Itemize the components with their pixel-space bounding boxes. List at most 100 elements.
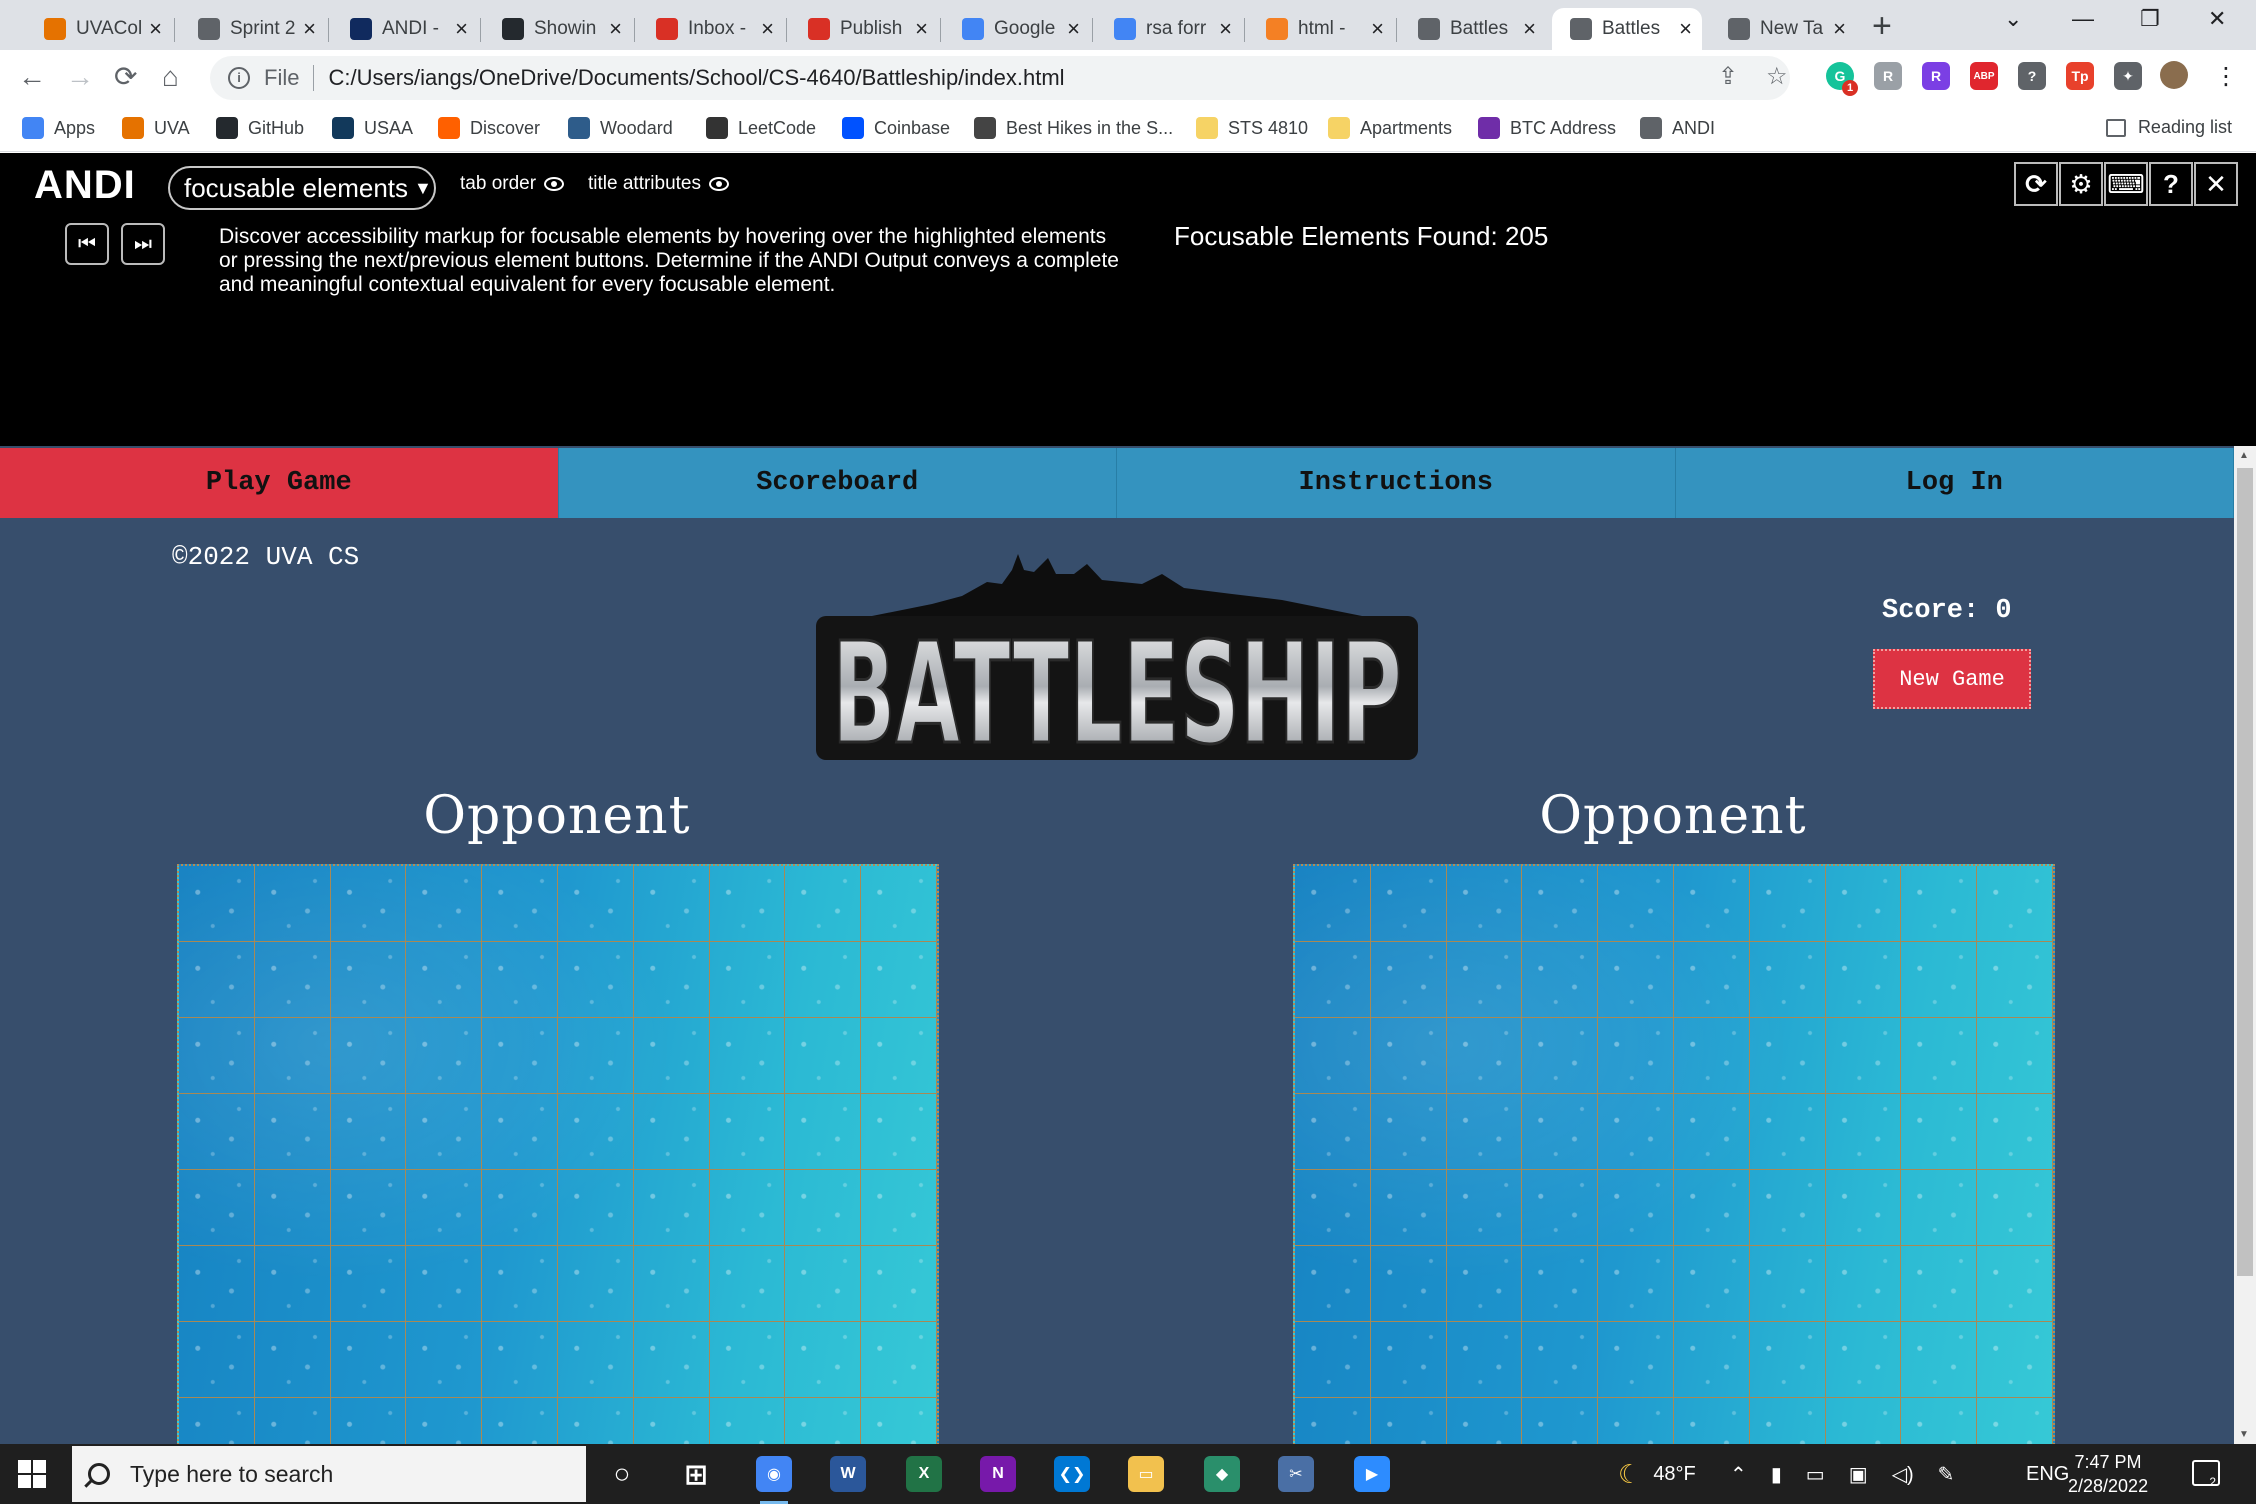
bookmark-item[interactable]: ANDI: [1640, 117, 1715, 139]
board-cell[interactable]: [254, 1170, 331, 1246]
nav-log-in[interactable]: Log In: [1675, 448, 2234, 518]
browser-tab[interactable]: Showin ×: [484, 8, 632, 50]
board-cell[interactable]: [1977, 1398, 2053, 1444]
board-cell[interactable]: [482, 1094, 558, 1170]
board-cell[interactable]: [1977, 1246, 2053, 1322]
board-cell[interactable]: [1370, 866, 1447, 942]
board-cell[interactable]: [1370, 1018, 1447, 1094]
board-cell[interactable]: [1749, 1018, 1826, 1094]
tab-search-icon[interactable]: ⌄: [2004, 6, 2022, 32]
scrollbar-thumb[interactable]: [2237, 468, 2253, 1276]
board-cell[interactable]: [1522, 866, 1599, 942]
board-cell[interactable]: [785, 1170, 862, 1246]
andi-title-attributes-toggle[interactable]: title attributes: [588, 173, 729, 195]
board-cell[interactable]: [1370, 1398, 1447, 1444]
board-cell[interactable]: [1598, 1018, 1674, 1094]
board-cell[interactable]: [861, 1322, 937, 1398]
andi-help-button[interactable]: ?: [2149, 162, 2193, 206]
board-cell[interactable]: [1825, 1170, 1902, 1246]
nav-play-game[interactable]: Play Game: [0, 448, 559, 518]
board-cell[interactable]: [1522, 1322, 1599, 1398]
board-cell[interactable]: [1977, 866, 2053, 942]
board-cell[interactable]: [633, 1322, 710, 1398]
volume-icon[interactable]: ◁): [1892, 1462, 1914, 1487]
board-cell[interactable]: [1522, 942, 1599, 1018]
menu-kebab-icon[interactable]: ⋮: [2214, 62, 2238, 91]
board-cell[interactable]: [1522, 1094, 1599, 1170]
board-cell[interactable]: [330, 1094, 407, 1170]
board-cell[interactable]: [254, 1322, 331, 1398]
battery-icon[interactable]: ▭: [1806, 1462, 1825, 1487]
board-cell[interactable]: [1370, 942, 1447, 1018]
board-cell[interactable]: [254, 1246, 331, 1322]
profile-avatar[interactable]: [2160, 61, 2188, 89]
board-cell[interactable]: [1749, 866, 1826, 942]
reading-list[interactable]: Reading list: [2105, 117, 2232, 138]
extension-r-gray-icon[interactable]: R: [1874, 62, 1902, 90]
board-cell[interactable]: [1825, 1398, 1902, 1444]
usb-icon[interactable]: ▮: [1771, 1462, 1782, 1487]
windows-start-icon[interactable]: [18, 1460, 46, 1488]
taskbar-search[interactable]: Type here to search: [72, 1446, 586, 1502]
restore-icon[interactable]: ❐: [2140, 6, 2160, 32]
board-cell[interactable]: [406, 1094, 483, 1170]
bookmark-item[interactable]: UVA: [122, 117, 190, 139]
board-cell[interactable]: [1522, 1246, 1599, 1322]
window-close-icon[interactable]: ✕: [2208, 6, 2226, 32]
home-icon[interactable]: ⌂: [162, 62, 179, 92]
board-cell[interactable]: [482, 1398, 558, 1444]
board-cell[interactable]: [1598, 1246, 1674, 1322]
board-cell[interactable]: [709, 1094, 786, 1170]
board-cell[interactable]: [330, 1246, 407, 1322]
board-cell[interactable]: [1901, 866, 1978, 942]
board-cell[interactable]: [1977, 1322, 2053, 1398]
board-cell[interactable]: [1977, 1170, 2053, 1246]
site-info-icon[interactable]: i: [228, 67, 250, 89]
board-cell[interactable]: [254, 942, 331, 1018]
board-cell[interactable]: [179, 1322, 255, 1398]
board-cell[interactable]: [861, 866, 937, 942]
tab-close-icon[interactable]: ×: [455, 16, 468, 42]
back-arrow-icon[interactable]: ←: [18, 62, 46, 92]
board-cell[interactable]: [406, 942, 483, 1018]
board-cell[interactable]: [482, 1170, 558, 1246]
browser-tab[interactable]: New Ta ×: [1710, 8, 1856, 50]
board-cell[interactable]: [633, 1018, 710, 1094]
browser-tab[interactable]: ANDI - ×: [332, 8, 478, 50]
forward-arrow-icon[interactable]: →: [66, 62, 94, 92]
board-cell[interactable]: [1446, 1170, 1523, 1246]
board-cell[interactable]: [1825, 1246, 1902, 1322]
board-cell[interactable]: [406, 1322, 483, 1398]
board-cell[interactable]: [179, 1246, 255, 1322]
word-icon[interactable]: W: [830, 1456, 866, 1492]
andi-keys-button[interactable]: ⌨: [2104, 162, 2148, 206]
bookmark-item[interactable]: LeetCode: [706, 117, 816, 139]
widgets-icon[interactable]: ⊞: [678, 1456, 714, 1492]
board-cell[interactable]: [633, 942, 710, 1018]
andi-settings-button[interactable]: ⚙: [2059, 162, 2103, 206]
file-explorer-icon[interactable]: ▭: [1128, 1456, 1164, 1492]
board-cell[interactable]: [179, 866, 255, 942]
adblock-plus-icon[interactable]: ABP: [1970, 62, 1998, 90]
board-cell[interactable]: [861, 1018, 937, 1094]
bookmark-star-icon[interactable]: ☆: [1766, 62, 1788, 91]
board-cell[interactable]: [1825, 942, 1902, 1018]
board-cell[interactable]: [633, 1398, 710, 1444]
board-cell[interactable]: [1901, 1094, 1978, 1170]
tab-close-icon[interactable]: ×: [915, 16, 928, 42]
board-cell[interactable]: [1901, 1246, 1978, 1322]
board-cell[interactable]: [330, 1398, 407, 1444]
andi-mode-select[interactable]: focusable elements ▼: [168, 166, 436, 210]
tab-close-icon[interactable]: ×: [1219, 16, 1232, 42]
board-cell[interactable]: [254, 866, 331, 942]
board-cell[interactable]: [406, 1246, 483, 1322]
bookmark-item[interactable]: STS 4810: [1196, 117, 1308, 139]
board-cell[interactable]: [1674, 1018, 1750, 1094]
help-extension-icon[interactable]: ?: [2018, 62, 2046, 90]
taskbar-clock[interactable]: 7:47 PM 2/28/2022: [2068, 1450, 2148, 1498]
bookmark-item[interactable]: GitHub: [216, 117, 304, 139]
tab-close-icon[interactable]: ×: [609, 16, 622, 42]
language-indicator[interactable]: ENG: [2026, 1444, 2069, 1504]
board-cell[interactable]: [1522, 1018, 1599, 1094]
board-cell[interactable]: [330, 1170, 407, 1246]
